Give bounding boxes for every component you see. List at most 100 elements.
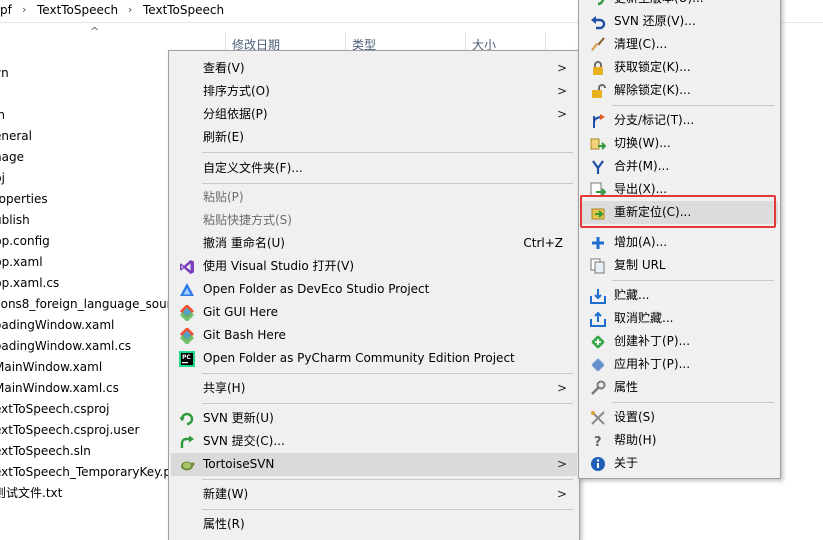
menu-item-update-to-revision[interactable]: 更新至版本(U)... — [581, 0, 778, 10]
menu-item-cleanup[interactable]: 清理(C)... — [581, 33, 778, 56]
menu-item-switch[interactable]: 切换(W)... — [581, 132, 778, 155]
menu-item-undo-rename[interactable]: 撤消 重命名(U) Ctrl+Z — [171, 232, 577, 255]
plus-icon — [590, 235, 606, 251]
menu-label: 新建(W) — [203, 487, 249, 501]
menu-label: 切换(W)... — [614, 136, 671, 150]
menu-label: 获取锁定(K)... — [614, 60, 691, 74]
file-row[interactable]: 则试文件.txt — [0, 483, 168, 504]
menu-item-open-deveco[interactable]: Open Folder as DevEco Studio Project — [171, 278, 577, 301]
menu-label: 帮助(H) — [614, 433, 657, 447]
menu-label: 属性(R) — [203, 517, 245, 531]
menu-label: 应用补丁(P)... — [614, 357, 691, 371]
chevron-right-icon: > — [556, 84, 567, 98]
breadcrumb-item[interactable]: pf — [0, 3, 12, 17]
menu-item-new[interactable]: 新建(W) > — [171, 483, 577, 506]
menu-item-get-lock[interactable]: 获取锁定(K)... — [581, 56, 778, 79]
menu-label: 粘贴快捷方式(S) — [203, 213, 292, 227]
menu-item-add[interactable]: 增加(A)... — [581, 231, 778, 254]
menu-item-customize-folder[interactable]: 自定义文件夹(F)... — [171, 157, 577, 180]
menu-item-open-visual-studio[interactable]: 使用 Visual Studio 打开(V) — [171, 255, 577, 278]
svn-update-icon — [179, 411, 195, 427]
menu-item-branch-tag[interactable]: 分支/标记(T)... — [581, 109, 778, 132]
file-row[interactable]: pp.config — [0, 231, 168, 252]
file-name: in — [0, 108, 5, 122]
file-row[interactable]: eneral — [0, 126, 168, 147]
switch-icon — [590, 136, 606, 152]
menu-item-refresh[interactable]: 刷新(E) — [171, 126, 577, 149]
file-row[interactable]: pp.xaml — [0, 252, 168, 273]
file-row[interactable]: cons8_foreign_language_soun — [0, 294, 168, 315]
menu-item-create-patch[interactable]: 创建补丁(P)... — [581, 330, 778, 353]
menu-label: SVN 还原(V)... — [614, 14, 696, 28]
menu-item-paste[interactable]: 粘贴(P) — [171, 186, 577, 209]
file-row[interactable]: s — [0, 84, 168, 105]
file-name: extToSpeech.csproj.user — [0, 423, 140, 437]
menu-item-open-pycharm[interactable]: PC Open Folder as PyCharm Community Edit… — [171, 347, 577, 370]
file-row[interactable]: oadingWindow.xaml — [0, 315, 168, 336]
menu-item-properties[interactable]: 属性(R) — [171, 513, 577, 536]
menu-separator — [202, 403, 573, 404]
menu-label: 粘贴(P) — [203, 190, 244, 204]
file-name: extToSpeech_TemporaryKey.p — [0, 465, 168, 479]
unlock-icon — [590, 83, 606, 99]
file-row[interactable]: bj — [0, 168, 168, 189]
file-row[interactable]: ublish — [0, 210, 168, 231]
file-name: 则试文件.txt — [0, 486, 63, 500]
menu-item-shelve[interactable]: 贮藏... — [581, 284, 778, 307]
file-row[interactable]: MainWindow.xaml.cs — [0, 378, 168, 399]
menu-label: 清理(C)... — [614, 37, 668, 51]
menu-label: 解除锁定(K)... — [614, 83, 691, 97]
menu-label: 使用 Visual Studio 打开(V) — [203, 259, 355, 273]
file-name: nage — [0, 150, 24, 164]
menu-label: 属性 — [614, 380, 639, 394]
menu-item-svn-update[interactable]: SVN 更新(U) — [171, 407, 577, 430]
menu-item-about[interactable]: 关于 — [581, 452, 778, 475]
menu-item-apply-patch[interactable]: 应用补丁(P)... — [581, 353, 778, 376]
menu-item-release-lock[interactable]: 解除锁定(K)... — [581, 79, 778, 102]
menu-item-view[interactable]: 查看(V) > — [171, 57, 577, 80]
lock-icon — [590, 60, 606, 76]
file-row[interactable]: extToSpeech.csproj — [0, 399, 168, 420]
file-row[interactable]: oadingWindow.xaml.cs — [0, 336, 168, 357]
menu-label: 分支/标记(T)... — [614, 113, 695, 127]
breadcrumb-item[interactable]: TextToSpeech — [143, 3, 224, 17]
menu-item-unshelve[interactable]: 取消贮藏... — [581, 307, 778, 330]
settings-icon — [590, 410, 606, 426]
file-row[interactable]: MainWindow.xaml — [0, 357, 168, 378]
pycharm-icon: PC — [179, 351, 195, 367]
file-row[interactable]: extToSpeech_TemporaryKey.p — [0, 462, 168, 483]
file-row[interactable]: roperties — [0, 189, 168, 210]
menu-label: 撤消 重命名(U) — [203, 236, 285, 250]
file-row[interactable]: extToSpeech.sln — [0, 441, 168, 462]
breadcrumb-item[interactable]: TextToSpeech — [37, 3, 118, 17]
menu-item-group[interactable]: 分组依据(P) > — [171, 103, 577, 126]
menu-item-copy-url[interactable]: 复制 URL — [581, 254, 778, 277]
file-name: oadingWindow.xaml — [0, 318, 115, 332]
menu-item-svn-properties[interactable]: 属性 — [581, 376, 778, 399]
file-row[interactable]: vn — [0, 63, 168, 84]
file-name: pp.xaml — [0, 255, 43, 269]
branch-icon — [590, 113, 606, 129]
file-row[interactable]: extToSpeech.csproj.user — [0, 420, 168, 441]
menu-item-revert[interactable]: SVN 还原(V)... — [581, 10, 778, 33]
menu-item-paste-shortcut[interactable]: 粘贴快捷方式(S) — [171, 209, 577, 232]
file-row[interactable]: pp.xaml.cs — [0, 273, 168, 294]
menu-separator — [612, 105, 774, 106]
menu-item-help[interactable]: ? 帮助(H) — [581, 429, 778, 452]
merge-icon — [590, 159, 606, 175]
menu-separator — [202, 183, 573, 184]
menu-item-svn-commit[interactable]: SVN 提交(C)... — [171, 430, 577, 453]
menu-item-git-bash[interactable]: Git Bash Here — [171, 324, 577, 347]
menu-item-share[interactable]: 共享(H) > — [171, 377, 577, 400]
file-row[interactable]: in — [0, 105, 168, 126]
menu-item-sort[interactable]: 排序方式(O) > — [171, 80, 577, 103]
menu-item-tortoisesvn[interactable]: TortoiseSVN > — [171, 453, 577, 476]
menu-label: 复制 URL — [614, 258, 666, 272]
menu-item-merge[interactable]: 合并(M)... — [581, 155, 778, 178]
tortoisesvn-icon — [179, 457, 195, 473]
sort-arrow-icon[interactable]: ^ — [90, 25, 99, 38]
menu-label: 查看(V) — [203, 61, 245, 75]
menu-item-git-gui[interactable]: Git GUI Here — [171, 301, 577, 324]
file-row[interactable]: nage — [0, 147, 168, 168]
menu-item-settings[interactable]: 设置(S) — [581, 406, 778, 429]
